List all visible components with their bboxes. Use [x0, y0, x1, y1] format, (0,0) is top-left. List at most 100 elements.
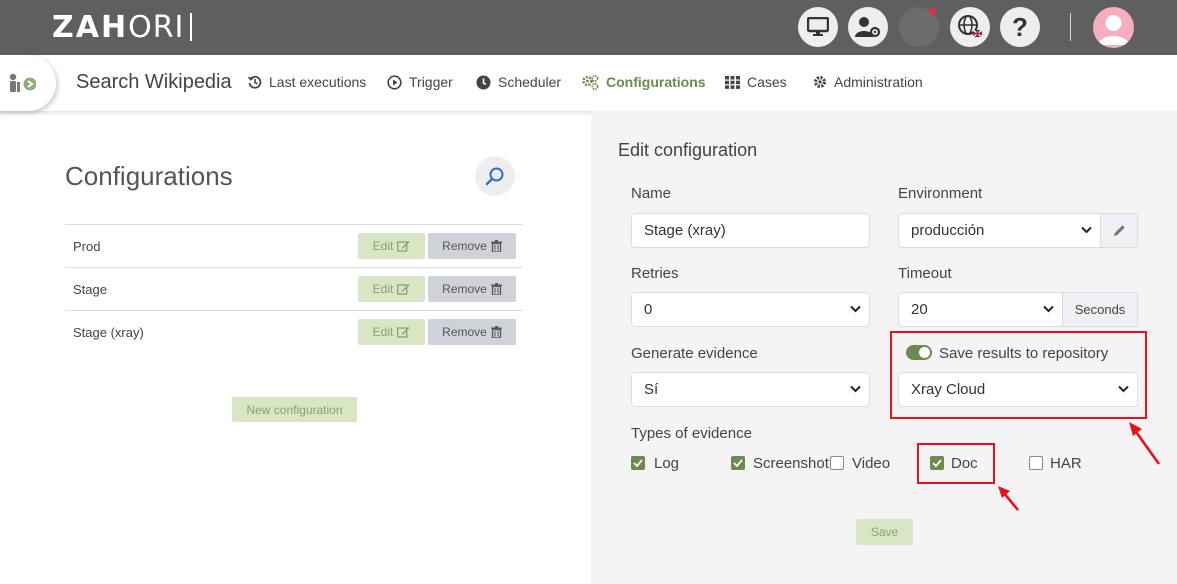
timeout-value: 20 [911, 301, 928, 318]
name-input[interactable]: Stage (xray) [631, 213, 870, 248]
grid-icon [725, 75, 740, 89]
tab-label: Last executions [269, 74, 367, 90]
language-icon [958, 15, 983, 38]
trash-icon [490, 326, 502, 338]
notification-dot [929, 8, 936, 15]
remove-button[interactable]: Remove [428, 276, 516, 302]
log-checkbox[interactable] [631, 456, 645, 470]
pencil-icon [1113, 225, 1125, 236]
edit-button[interactable]: Edit [358, 276, 425, 302]
user-settings-icon [855, 17, 881, 38]
edit-icon [397, 284, 410, 295]
generate-evidence-value: Sí [644, 381, 659, 398]
user-avatar-icon [1098, 15, 1129, 45]
tab-trigger[interactable]: Trigger [387, 74, 453, 90]
tab-administration[interactable]: Administration [813, 74, 923, 90]
tab-configurations[interactable]: Configurations [582, 74, 706, 90]
table-row: Stage Edit Remove [65, 267, 523, 310]
remove-button[interactable]: Remove [428, 319, 516, 345]
save-button[interactable]: Save [856, 519, 913, 545]
annotation-arrow-icon [998, 486, 1019, 511]
check-icon [633, 459, 643, 467]
avatar[interactable] [1093, 7, 1134, 48]
edit-environment-button[interactable] [1101, 213, 1138, 248]
sidebar-expand-icon [9, 73, 36, 92]
top-bar: ZAH ORI ? [0, 0, 1177, 55]
configuration-name: Stage (xray) [73, 325, 144, 340]
tab-label: Scheduler [498, 74, 562, 90]
logo-bold-text: ZAH [52, 9, 129, 45]
logo-thin-text: ORI [128, 9, 185, 45]
environment-select[interactable]: producción [898, 213, 1101, 248]
help-icon: ? [1012, 11, 1028, 42]
sidebar-toggle[interactable] [0, 55, 56, 111]
search-button[interactable] [475, 156, 515, 196]
play-icon [387, 74, 402, 90]
search-icon [485, 167, 504, 186]
highlight-box [917, 443, 995, 484]
screenshot-checkbox[interactable] [731, 456, 745, 470]
edit-button[interactable]: Edit [358, 319, 425, 345]
zahori-logo[interactable]: ZAH ORI [52, 9, 193, 45]
clock-icon [476, 75, 491, 89]
project-title: Search Wikipedia [76, 71, 232, 93]
monitor-button[interactable] [798, 7, 838, 47]
chevron-down-icon [1043, 305, 1054, 313]
chevron-down-icon [850, 385, 861, 393]
environment-value: producción [911, 222, 985, 239]
log-label: Log [654, 455, 680, 472]
edit-button[interactable]: Edit [358, 233, 425, 259]
user-settings-button[interactable] [848, 7, 888, 47]
configurations-heading: Configurations [65, 161, 233, 191]
name-value: Stage (xray) [644, 222, 726, 239]
configuration-name: Prod [73, 239, 101, 254]
tab-label: Cases [747, 74, 787, 90]
name-label: Name [631, 185, 672, 202]
table-row: Stage (xray) Edit Remove [65, 310, 523, 353]
tab-label: Configurations [606, 74, 706, 90]
har-label: HAR [1050, 455, 1082, 472]
generate-evidence-label: Generate evidence [631, 345, 758, 362]
retries-label: Retries [631, 265, 679, 282]
highlight-box [890, 331, 1147, 419]
retries-value: 0 [644, 301, 653, 318]
tab-cases[interactable]: Cases [725, 74, 787, 90]
check-icon [733, 459, 743, 467]
new-configuration-button[interactable]: New configuration [232, 397, 357, 422]
divider [1070, 13, 1071, 41]
retries-select[interactable]: 0 [631, 292, 870, 327]
tab-label: Administration [834, 74, 923, 90]
tab-label: Trigger [409, 74, 453, 90]
har-checkbox[interactable] [1029, 456, 1043, 470]
tab-last-executions[interactable]: Last executions [248, 74, 366, 90]
chevron-down-icon [850, 305, 861, 313]
types-of-evidence-label: Types of evidence [631, 425, 752, 442]
edit-icon [397, 327, 410, 338]
video-checkbox[interactable] [830, 456, 844, 470]
environment-label: Environment [898, 185, 983, 202]
timeout-select[interactable]: 20 [898, 292, 1063, 327]
generate-evidence-select[interactable]: Sí [631, 372, 870, 407]
screenshot-label: Screenshot [753, 455, 829, 472]
gear-icon [813, 75, 827, 89]
table-row: Prod Edit Remove [65, 224, 523, 267]
timeout-unit: Seconds [1063, 292, 1138, 327]
tab-scheduler[interactable]: Scheduler [476, 74, 561, 90]
help-button[interactable]: ? [1000, 7, 1040, 47]
configuration-name: Stage [73, 282, 107, 297]
remove-button[interactable]: Remove [428, 233, 516, 259]
edit-icon [397, 241, 410, 252]
chevron-down-icon [1081, 226, 1092, 234]
notifications-button[interactable] [899, 7, 939, 47]
video-label: Video [852, 455, 891, 472]
trash-icon [490, 283, 502, 295]
history-icon [248, 75, 262, 89]
annotation-arrow-icon [1129, 422, 1161, 465]
language-button[interactable] [950, 7, 990, 47]
monitor-icon [807, 17, 829, 36]
edit-configuration-heading: Edit configuration [618, 140, 758, 160]
configurations-table: Prod Edit Remove Stage Edit Remove Stage… [65, 224, 523, 353]
timeout-label: Timeout [898, 265, 952, 282]
nav-bar: Search Wikipedia Last executions Trigger… [0, 55, 1177, 111]
trash-icon [490, 240, 502, 252]
